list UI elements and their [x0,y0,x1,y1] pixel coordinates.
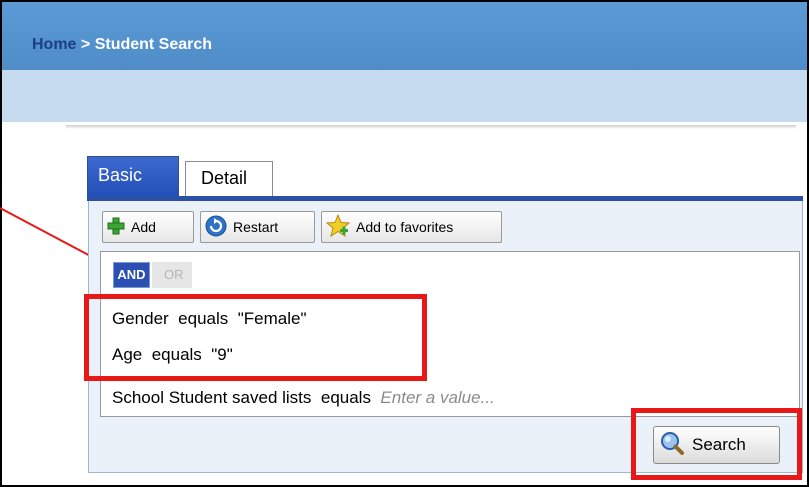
refresh-icon [205,215,227,240]
restart-button-label: Restart [233,219,279,235]
add-to-favorites-button[interactable]: Add to favorites [321,211,502,243]
add-button[interactable]: Add [102,211,194,243]
and-toggle[interactable]: AND [113,262,150,288]
criterion-field: School Student saved lists [112,388,312,407]
tab-basic[interactable]: Basic [87,156,179,196]
search-highlight-box [631,408,802,480]
restart-button[interactable]: Restart [200,211,315,243]
criterion-operator: equals [320,388,371,407]
tab-detail[interactable]: Detail [185,161,273,196]
criterion-saved-lists[interactable]: School Student saved lists equals Enter … [112,388,495,408]
criterion-value-input[interactable]: Enter a value... [380,388,494,407]
add-to-favorites-label: Add to favorites [356,219,454,235]
criteria-highlight-box [84,294,427,381]
add-button-label: Add [131,219,156,235]
or-toggle[interactable]: OR [152,262,192,288]
plus-icon [107,217,125,238]
star-add-icon [325,213,351,241]
